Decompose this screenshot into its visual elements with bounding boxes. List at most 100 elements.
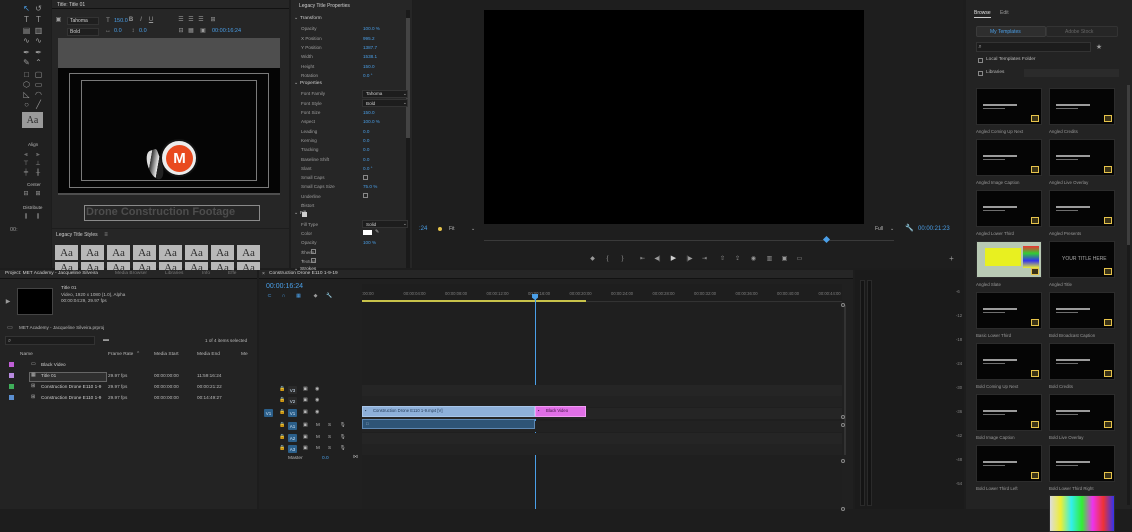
vr-icon[interactable]: ▣ bbox=[780, 254, 789, 263]
video-clip-construction[interactable]: Construction Drone E110 1-9.mp4 [V] ▪ bbox=[362, 406, 535, 417]
color-swatch[interactable] bbox=[363, 230, 372, 236]
lock-icon[interactable]: 🔒 bbox=[279, 410, 285, 415]
path-type-tool-icon[interactable]: ∿ bbox=[22, 36, 31, 45]
template-thumbnail[interactable] bbox=[976, 394, 1042, 431]
monitor-timecode-left[interactable]: :24 bbox=[419, 226, 427, 232]
property-value[interactable]: 0.0 bbox=[363, 138, 369, 143]
style-swatch[interactable]: Aa bbox=[107, 245, 130, 260]
leading-value[interactable]: 0.0 bbox=[139, 28, 147, 35]
lock-icon[interactable]: 🔒 bbox=[279, 398, 285, 403]
track-lane[interactable] bbox=[362, 444, 842, 455]
track-lane[interactable] bbox=[362, 433, 842, 444]
center-horizontal-icon[interactable]: ⊟ bbox=[22, 190, 30, 198]
play-thumb-icon[interactable]: ▶ bbox=[4, 298, 12, 306]
step-back-icon[interactable]: ◀| bbox=[653, 254, 662, 263]
section-header[interactable]: Strokes bbox=[300, 267, 316, 273]
rounded-corner-tool-icon[interactable]: ▭ bbox=[34, 80, 43, 89]
property-value[interactable]: 150.0 bbox=[363, 110, 375, 115]
project-item-name[interactable]: Construction Drone E110 1-9 bbox=[41, 395, 101, 401]
local-templates-checkbox[interactable] bbox=[978, 58, 983, 63]
scroll-handle[interactable] bbox=[841, 459, 845, 463]
property-value[interactable]: 100.0 % bbox=[363, 119, 380, 124]
chevron-down-icon[interactable]: ⌄ bbox=[294, 267, 298, 273]
property-value[interactable]: 1387.7 bbox=[363, 45, 377, 50]
template-thumbnail[interactable] bbox=[976, 88, 1042, 125]
libraries-checkbox[interactable] bbox=[978, 71, 983, 76]
template-thumbnail[interactable] bbox=[1049, 343, 1115, 380]
timeline-settings-icon[interactable]: 🔧 bbox=[326, 293, 333, 300]
font-family-select[interactable]: Tahoma bbox=[67, 17, 99, 25]
style-swatch[interactable]: Aa bbox=[107, 262, 130, 270]
source-patch-v1[interactable]: V1 bbox=[264, 409, 273, 417]
audio-clip-construction[interactable]: □ bbox=[362, 419, 535, 429]
new-bin-icon[interactable]: ▬ bbox=[102, 336, 110, 344]
convert-anchor-tool-icon[interactable]: ⌃ bbox=[34, 58, 43, 67]
lock-icon[interactable]: 🔒 bbox=[279, 423, 285, 428]
add-marker-tl-icon[interactable]: ◆ bbox=[312, 293, 319, 300]
tab-browse[interactable]: Browse bbox=[974, 11, 991, 18]
template-thumbnail[interactable] bbox=[1049, 394, 1115, 431]
property-checkbox[interactable] bbox=[363, 193, 368, 199]
tab-effects[interactable]: Effe bbox=[228, 271, 236, 277]
mark-out-icon[interactable]: } bbox=[618, 254, 627, 263]
property-value[interactable]: 100.0 % bbox=[363, 26, 380, 31]
chevron-right-icon[interactable]: › bbox=[302, 258, 304, 264]
scroll-handle[interactable] bbox=[841, 507, 845, 511]
mute-button[interactable]: M bbox=[316, 434, 320, 440]
templates-scrollbar[interactable] bbox=[1127, 85, 1130, 505]
column-header[interactable]: Me bbox=[241, 352, 248, 358]
property-value[interactable]: 150.0 bbox=[363, 64, 375, 69]
style-swatch[interactable]: Aa bbox=[185, 245, 208, 260]
add-anchor-tool-icon[interactable]: ✒ bbox=[34, 48, 43, 57]
master-volume[interactable]: 0.0 bbox=[322, 456, 329, 462]
mic-icon[interactable]: 🎙 bbox=[340, 445, 346, 451]
column-header[interactable]: Media End bbox=[197, 352, 220, 358]
scroll-handle[interactable] bbox=[841, 423, 845, 427]
template-search-input[interactable] bbox=[976, 42, 1091, 52]
lock-icon[interactable]: 🔒 bbox=[279, 387, 285, 392]
lift-icon[interactable]: ⇧ bbox=[718, 254, 727, 263]
wedge-tool-icon[interactable]: ◺ bbox=[22, 90, 31, 99]
line-tool-icon[interactable]: ╱ bbox=[34, 100, 43, 109]
underline-icon[interactable]: U bbox=[147, 16, 155, 24]
ellipse-tool-icon[interactable]: ○ bbox=[22, 100, 31, 109]
sort-ascending-icon[interactable]: ⌃ bbox=[136, 352, 140, 357]
sync-lock-icon[interactable]: ▣ bbox=[303, 387, 308, 392]
project-item-name[interactable]: Construction Drone E110 1-9 bbox=[41, 384, 101, 390]
vertical-path-type-tool-icon[interactable]: ∿ bbox=[34, 36, 43, 45]
compare-icon[interactable]: ▥ bbox=[765, 254, 774, 263]
style-swatch[interactable]: Aa bbox=[55, 245, 78, 260]
align-bottom-icon[interactable]: ⊥ bbox=[34, 160, 42, 168]
master-menu-icon[interactable]: ⋈ bbox=[353, 455, 358, 460]
property-value[interactable]: 0.0 ° bbox=[363, 73, 373, 78]
rounded-rectangle-tool-icon[interactable]: ▢ bbox=[34, 70, 43, 79]
safe-margins-icon[interactable]: ▭ bbox=[795, 254, 804, 263]
tab-stops-icon[interactable]: ⊞ bbox=[209, 16, 217, 24]
template-thumbnail[interactable] bbox=[1049, 190, 1115, 227]
property-select[interactable]: Tahoma ⌄ bbox=[362, 89, 408, 98]
solo-button[interactable]: S bbox=[328, 445, 331, 451]
chevron-down-icon[interactable]: ⌄ bbox=[294, 16, 298, 22]
mic-icon[interactable]: 🎙 bbox=[340, 422, 346, 428]
video-clip-black-video[interactable]: Black Video ▪ bbox=[535, 406, 586, 417]
bold-icon[interactable]: B bbox=[127, 16, 135, 24]
tab-libraries[interactable]: Libraries bbox=[165, 271, 183, 277]
area-type-tool-icon[interactable]: ▤ bbox=[22, 26, 31, 35]
arc-tool-icon[interactable]: ◠ bbox=[34, 90, 43, 99]
template-thumbnail[interactable] bbox=[1049, 445, 1115, 482]
section-header[interactable]: Properties bbox=[300, 81, 322, 87]
clipped-corner-tool-icon[interactable]: ⬡ bbox=[22, 80, 31, 89]
style-swatch[interactable]: Aa bbox=[81, 262, 104, 270]
linked-selection-icon[interactable]: ∩ bbox=[280, 293, 287, 300]
solo-button[interactable]: S bbox=[328, 434, 331, 440]
scroll-bar-v[interactable] bbox=[844, 305, 846, 455]
full-select[interactable]: Full ⌄ bbox=[873, 225, 897, 233]
style-swatch[interactable]: Aa bbox=[211, 262, 234, 270]
step-forward-icon[interactable]: |▶ bbox=[685, 254, 694, 263]
scroll-handle[interactable] bbox=[841, 303, 845, 307]
template-thumbnail[interactable] bbox=[976, 139, 1042, 176]
pen-tool-icon[interactable]: ✒ bbox=[22, 48, 31, 57]
chevron-down-icon[interactable]: ⌄ bbox=[294, 211, 298, 217]
style-swatch[interactable]: Aa bbox=[133, 245, 156, 260]
styles-menu-icon[interactable]: ≡ bbox=[102, 231, 110, 239]
